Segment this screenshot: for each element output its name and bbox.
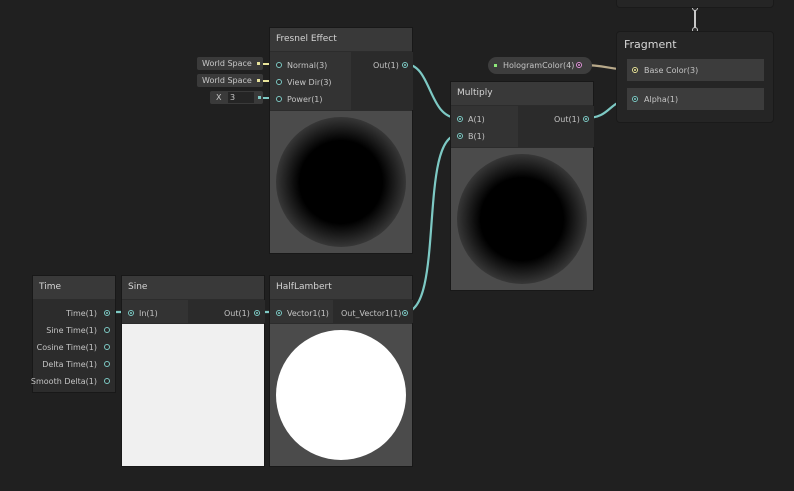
time-node[interactable]: Time Time(1) Sine Time(1) Cosine Time(1)…	[30, 275, 116, 393]
vertex-block[interactable]	[616, 0, 774, 8]
normal-default-chip[interactable]: World Space	[197, 57, 263, 70]
float-type-icon	[258, 96, 261, 99]
halflambert-input-label: Vector1(1)	[287, 309, 329, 318]
sine-time-output-port[interactable]	[104, 327, 110, 333]
sine-output-port[interactable]	[254, 310, 260, 316]
multiply-output-port[interactable]	[583, 116, 589, 122]
multiply-outputs	[518, 106, 594, 147]
multiply-preview-sphere	[457, 154, 587, 284]
power-input-label: Power(1)	[287, 95, 323, 104]
delta-time-output-label: Delta Time(1)	[42, 360, 97, 369]
multiply-node[interactable]: Multiply A(1) B(1) Out(1)	[450, 81, 594, 291]
fresnel-effect-node[interactable]: Fresnel Effect Normal(3) View Dir(3) Pow…	[269, 27, 413, 254]
fresnel-output-port[interactable]	[402, 62, 408, 68]
normal-default-label: World Space	[202, 59, 252, 68]
normal-input-port[interactable]	[276, 62, 282, 68]
alpha-slot[interactable]: Alpha(1)	[627, 88, 764, 110]
time-output-label: Time(1)	[66, 309, 97, 318]
delta-time-output-port[interactable]	[104, 361, 110, 367]
multiply-node-title: Multiply	[451, 82, 593, 105]
halflambert-input-port[interactable]	[276, 310, 282, 316]
sine-time-output-label: Sine Time(1)	[46, 326, 97, 335]
cosine-time-output-port[interactable]	[104, 344, 110, 350]
sine-node[interactable]: Sine In(1) Out(1)	[121, 275, 265, 467]
sine-output-label: Out(1)	[224, 309, 250, 318]
time-node-title: Time	[33, 276, 115, 299]
fresnel-output-label: Out(1)	[373, 61, 399, 70]
multiply-a-port[interactable]	[457, 116, 463, 122]
smooth-delta-output-port[interactable]	[104, 378, 110, 384]
power-value-field[interactable]: 3	[228, 92, 254, 103]
viewdir-input-label: View Dir(3)	[287, 78, 332, 87]
alpha-port[interactable]	[632, 96, 638, 102]
power-input-port[interactable]	[276, 96, 282, 102]
hologram-color-label: HologramColor(4)	[503, 61, 575, 70]
multiply-preview	[451, 148, 593, 290]
base-color-label: Base Color(3)	[644, 66, 699, 75]
property-exposed-icon	[494, 64, 497, 67]
multiply-b-port[interactable]	[457, 133, 463, 139]
alpha-label: Alpha(1)	[644, 95, 679, 104]
sine-input-label: In(1)	[139, 309, 158, 318]
multiply-a-label: A(1)	[468, 115, 485, 124]
base-color-port[interactable]	[632, 67, 638, 73]
halflambert-preview	[270, 324, 412, 466]
sine-input-port[interactable]	[128, 310, 134, 316]
viewdir-input-port[interactable]	[276, 79, 282, 85]
sine-preview	[122, 324, 264, 466]
hologram-color-output-port[interactable]	[576, 62, 582, 68]
viewdir-default-chip[interactable]: World Space	[197, 74, 263, 87]
halflambert-output-label: Out_Vector1(1)	[341, 309, 402, 318]
base-color-slot[interactable]: Base Color(3)	[627, 59, 764, 81]
hologram-color-property[interactable]: HologramColor(4)	[488, 57, 592, 74]
power-axis-label: X	[216, 93, 222, 102]
fragment-title: Fragment	[624, 38, 677, 51]
halflambert-node[interactable]: HalfLambert Vector1(1) Out_Vector1(1)	[269, 275, 413, 467]
halflambert-node-title: HalfLambert	[270, 276, 412, 299]
vector3-type-icon	[257, 79, 260, 82]
multiply-b-label: B(1)	[468, 132, 485, 141]
fragment-block[interactable]: Fragment Base Color(3) Alpha(1)	[616, 31, 774, 123]
fresnel-node-title: Fresnel Effect	[270, 28, 412, 51]
smooth-delta-output-label: Smooth Delta(1)	[30, 377, 97, 386]
sine-node-title: Sine	[122, 276, 264, 299]
vector3-type-icon	[257, 62, 260, 65]
cosine-time-output-label: Cosine Time(1)	[36, 343, 97, 352]
normal-input-label: Normal(3)	[287, 61, 328, 70]
viewdir-default-label: World Space	[202, 76, 252, 85]
fresnel-preview-sphere	[276, 117, 406, 247]
time-output-port[interactable]	[104, 310, 110, 316]
halflambert-output-port[interactable]	[402, 310, 408, 316]
multiply-output-label: Out(1)	[554, 115, 580, 124]
halflambert-preview-sphere	[276, 330, 406, 460]
power-default-chip[interactable]: X 3	[210, 91, 263, 104]
fresnel-preview	[270, 111, 412, 253]
